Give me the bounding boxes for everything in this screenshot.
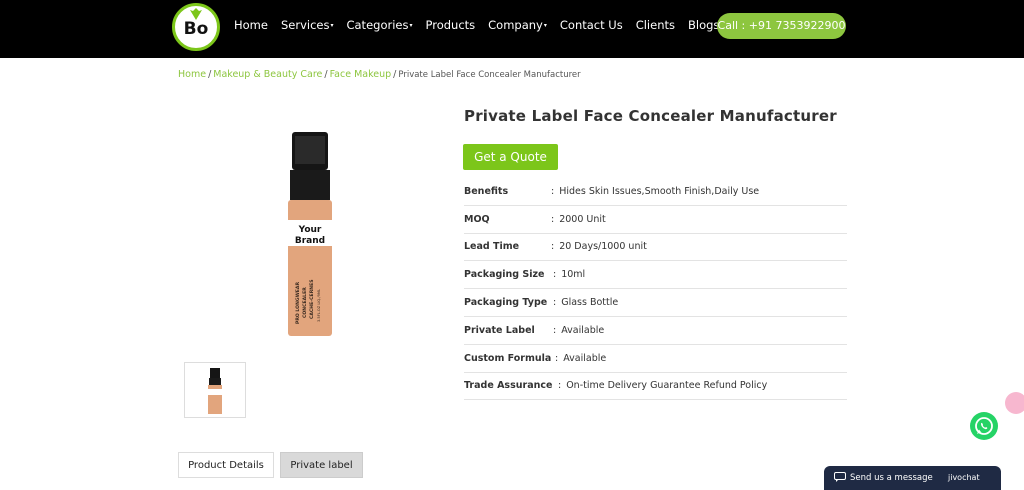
spec-value: 10ml [561,269,586,281]
chat-brand: jivochat [948,473,980,482]
menu-label: Clients [635,18,675,32]
tab-product-details[interactable]: Product Details [178,452,274,478]
image-print-1: PRO LONGWEAR [295,282,301,324]
main-menu: Home Services▾ Categories▾ Products Comp… [234,18,736,32]
breadcrumb-home[interactable]: Home [178,69,206,80]
spec-value: Hides Skin Issues,Smooth Finish,Daily Us… [559,185,760,197]
spec-colon: : [553,297,557,309]
thumbnail-image [208,368,222,414]
menu-clients[interactable]: Clients [636,18,675,32]
image-print-3: CACHE-CERNES [309,279,315,319]
spec-label: Packaging Size [464,269,545,281]
breadcrumb-current: Private Label Face Concealer Manufacture… [398,70,581,80]
menu-products[interactable]: Products [426,18,476,32]
spec-value: Available [563,352,607,364]
spec-colon: : [553,324,557,336]
product-title: Private Label Face Concealer Manufacture… [464,107,837,125]
spec-colon: : [551,241,555,253]
get-quote-button[interactable]: Get a Quote [463,144,558,170]
spec-row-lead-time: Lead Time : 20 Days/1000 unit [464,234,847,262]
breadcrumb-separator: / [208,69,212,80]
product-image[interactable]: Your Brand PRO LONGWEAR CONCEALER CACHE-… [270,128,370,340]
spec-label: Trade Assurance [464,380,553,392]
spec-label: Custom Formula [464,352,552,364]
spec-colon: : [553,269,557,281]
chat-icon [834,472,846,482]
breadcrumb-separator: / [393,69,397,80]
spec-label: Packaging Type [464,297,548,309]
product-thumbnail[interactable] [184,362,246,418]
spec-row-packaging-type: Packaging Type : Glass Bottle [464,289,847,317]
spec-label: Lead Time [464,241,520,253]
spec-value: 20 Days/1000 unit [559,241,647,253]
whatsapp-icon [975,417,993,435]
spec-row-packaging-size: Packaging Size : 10ml [464,261,847,290]
menu-label: Products [425,18,476,32]
spec-label: Private Label [464,324,535,336]
spec-label: Benefits [464,185,509,197]
chat-widget[interactable]: Send us a message jivochat [824,466,1001,490]
spec-colon: : [551,185,555,197]
menu-label: Services [280,18,330,32]
spec-colon: : [555,352,559,364]
side-widget-icon[interactable] [1005,392,1024,414]
image-brand-line2: Brand [295,236,325,246]
call-button[interactable]: Call : +91 7353922900 [717,13,846,39]
breadcrumb-face-makeup[interactable]: Face Makeup [330,69,392,80]
breadcrumb: Home / Makeup & Beauty Care / Face Makeup / Pr… [178,69,581,80]
spec-value: On-time Delivery Guarantee Refund Policy [566,380,768,392]
menu-label: Blogs [688,18,720,32]
spec-value: Glass Bottle [561,297,619,309]
spec-row-private-label: Private Label : Available [464,317,847,345]
spec-table: Benefits : Hides Skin Issues,Smooth Fini… [464,178,847,401]
menu-home[interactable]: Home [234,18,268,32]
image-brand-line1: Your [298,225,322,235]
breadcrumb-separator: / [324,69,328,80]
menu-label: Contact Us [559,18,623,32]
menu-categories[interactable]: Categories▾ [346,18,412,32]
menu-label: Home [234,18,268,32]
spec-colon: : [551,213,555,225]
menu-company[interactable]: Company▾ [488,18,547,32]
spec-row-moq: MOQ : 2000 Unit [464,206,847,234]
top-navbar: Bo Home Services▾ Categories▾ Products C… [0,0,1024,58]
menu-contact[interactable]: Contact Us [560,18,623,32]
spec-row-benefits: Benefits : Hides Skin Issues,Smooth Fini… [464,178,847,206]
image-print-4: 3.5FL.OZ LIQ./9ML [317,289,321,322]
menu-services[interactable]: Services▾ [281,18,334,32]
menu-label: Company [488,18,543,32]
caret-down-icon: ▾ [543,22,547,29]
menu-label: Categories [346,18,409,32]
caret-down-icon: ▾ [330,22,334,29]
spec-label: MOQ [464,213,490,225]
chat-label: Send us a message [850,473,933,483]
breadcrumb-makeup[interactable]: Makeup & Beauty Care [213,69,322,80]
spec-value: 2000 Unit [559,213,606,225]
spec-row-custom-formula: Custom Formula : Available [464,345,847,373]
logo[interactable]: Bo [172,3,220,51]
tab-private-label[interactable]: Private label [280,452,363,478]
spec-colon: : [558,380,562,392]
caret-down-icon: ▾ [409,22,413,29]
image-print-2: CONCEALER [302,287,308,318]
logo-text: Bo [183,19,209,39]
spec-row-trade-assurance: Trade Assurance : On-time Delivery Guara… [464,373,847,401]
whatsapp-button[interactable] [970,412,998,440]
spec-value: Available [561,324,605,336]
